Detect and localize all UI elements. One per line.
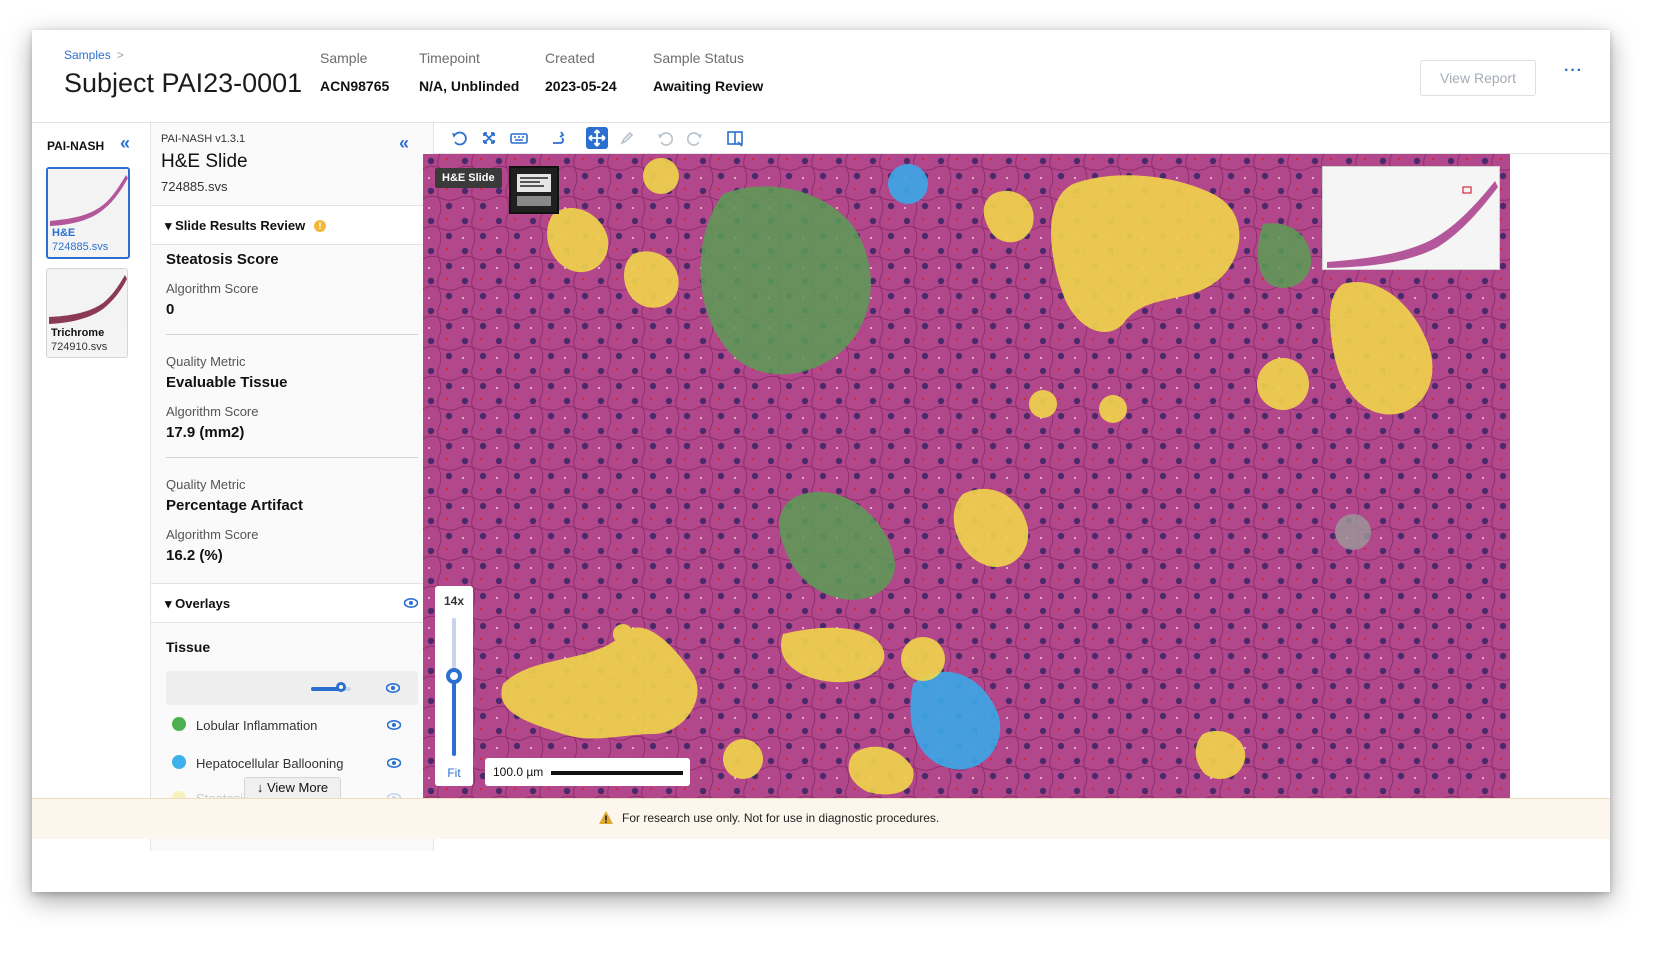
undo-icon[interactable] [654, 127, 676, 149]
overlays-visibility-eye-icon[interactable] [404, 598, 418, 608]
view-more-button[interactable]: ↓ View More [244, 777, 341, 799]
app-window: Samples > Subject PAI23-0001 Sample ACN98… [32, 30, 1610, 892]
overlays-section-title: ▾ Overlays [165, 596, 231, 611]
breadcrumb-samples-link[interactable]: Samples [64, 48, 111, 62]
page-title: Subject PAI23-0001 [64, 68, 303, 98]
slide-label-thumbnail [509, 166, 559, 214]
rail-title: PAI-NASH [47, 139, 105, 153]
slide-rail: PAI-NASH « H&E 724885.svs Trichrome 7249… [32, 123, 151, 851]
timepoint-value: N/A, Unblinded [419, 78, 520, 94]
status-field: Sample Status Awaiting Review [653, 50, 763, 94]
rail-collapse-icon[interactable]: « [120, 133, 130, 154]
inflammation-visibility-eye-icon[interactable] [387, 720, 401, 730]
breadcrumb-separator: > [116, 48, 124, 62]
page-header: Samples > Subject PAI23-0001 Sample ACN98… [32, 30, 1610, 123]
overlays-section-header[interactable]: ▾ Overlays [151, 583, 433, 623]
score-value-evaluable: 17.9 (mm2) [166, 424, 245, 441]
zoom-slider-fill [452, 675, 456, 756]
metric-divider [166, 457, 418, 458]
timepoint-label: Timepoint [419, 50, 480, 66]
slide-thumb-he-file: 724885.svs [52, 241, 109, 253]
trichrome-thumbnail-image [47, 269, 127, 327]
legend-hepatocellular-ballooning: Hepatocellular Ballooning [196, 756, 344, 771]
tissue-visibility-eye-icon[interactable] [386, 683, 400, 693]
timepoint-field: Timepoint N/A, Unblinded [419, 50, 519, 94]
metric-label-evaluable: Quality Metric [166, 354, 246, 369]
sample-field: Sample ACN98765 [320, 50, 389, 94]
results-section-header[interactable]: ▾ Slide Results Review ! [151, 205, 433, 245]
slide-thumb-trichrome[interactable]: Trichrome 724910.svs [46, 268, 128, 358]
algorithm-version: PAI-NASH v1.3.1 [161, 133, 246, 145]
score-label-artifact: Algorithm Score [166, 527, 259, 542]
slide-thumb-he[interactable]: H&E 724885.svs [46, 167, 130, 259]
annotate-icon[interactable] [616, 127, 638, 149]
zoom-slider[interactable] [452, 618, 456, 756]
slide-thumb-trichrome-file: 724910.svs [51, 341, 108, 353]
sample-label: Sample [320, 50, 368, 66]
minimap-image [1323, 167, 1499, 269]
pan-icon[interactable] [586, 127, 608, 149]
split-view-icon[interactable] [724, 127, 746, 149]
metric-label-artifact: Quality Metric [166, 477, 246, 492]
redo-icon[interactable] [684, 127, 706, 149]
ballooning-visibility-eye-icon[interactable] [387, 758, 401, 768]
created-label: Created [545, 50, 595, 66]
sample-value: ACN98765 [320, 78, 390, 94]
warning-triangle-icon [599, 811, 613, 824]
metric-divider [166, 334, 418, 335]
status-value: Awaiting Review [653, 78, 764, 94]
keyboard-icon[interactable] [508, 127, 530, 149]
scale-bar-label: 100.0 µm [493, 765, 544, 779]
created-value: 2023-05-24 [545, 78, 617, 94]
metric-name-steatosis: Steatosis Score [166, 251, 279, 268]
viewer-toolbar [434, 123, 1610, 154]
legend-lobular-inflammation: Lobular Inflammation [196, 718, 318, 733]
zoom-control: 14x Fit [435, 586, 473, 786]
created-field: Created 2023-05-24 [545, 50, 617, 94]
status-label: Sample Status [653, 50, 745, 66]
measure-icon[interactable] [548, 127, 570, 149]
metric-name-artifact: Percentage Artifact [166, 497, 303, 514]
tissue-opacity-control [166, 671, 418, 705]
scale-bar-line [551, 771, 683, 775]
more-options-icon[interactable]: ··· [1564, 62, 1583, 80]
research-use-notice: For research use only. Not for use in di… [622, 811, 940, 825]
scale-bar: 100.0 µm [485, 758, 690, 786]
slide-name-tag: H&E Slide [435, 168, 502, 188]
he-thumbnail-image [48, 169, 128, 227]
panel-slide-file: 724885.svs [161, 179, 228, 194]
view-report-button[interactable]: View Report [1420, 60, 1536, 96]
score-label-evaluable: Algorithm Score [166, 404, 259, 419]
slide-thumb-trichrome-stain: Trichrome [51, 327, 105, 339]
score-label-steatosis: Algorithm Score [166, 281, 259, 296]
lobular-inflammation-swatch [172, 717, 186, 731]
slide-viewer-canvas[interactable]: H&E Slide 14x Fit 100.0 µm [423, 154, 1510, 798]
fullscreen-icon[interactable] [478, 127, 500, 149]
tissue-label: Tissue [166, 639, 211, 655]
breadcrumb: Samples > [64, 48, 124, 62]
results-section-title: ▾ Slide Results Review [165, 218, 306, 233]
slide-minimap[interactable] [1322, 166, 1500, 270]
research-use-banner: For research use only. Not for use in di… [32, 798, 1610, 839]
score-value-steatosis: 0 [166, 301, 175, 318]
rotate-icon[interactable] [448, 127, 470, 149]
slide-thumb-he-stain: H&E [52, 227, 76, 239]
metric-name-evaluable: Evaluable Tissue [166, 374, 288, 391]
zoom-slider-handle[interactable] [446, 667, 462, 684]
results-panel: PAI-NASH v1.3.1 H&E Slide 724885.svs « ▾… [151, 123, 434, 851]
zoom-fit-button[interactable]: Fit [435, 766, 473, 780]
tissue-opacity-handle[interactable] [336, 682, 346, 692]
score-value-artifact: 16.2 (%) [166, 547, 223, 564]
results-warning-icon: ! [314, 220, 326, 232]
panel-slide-name: H&E Slide [161, 151, 248, 172]
zoom-level-label: 14x [443, 594, 465, 608]
panel-collapse-icon[interactable]: « [399, 133, 409, 154]
hepatocellular-ballooning-swatch [172, 755, 186, 769]
